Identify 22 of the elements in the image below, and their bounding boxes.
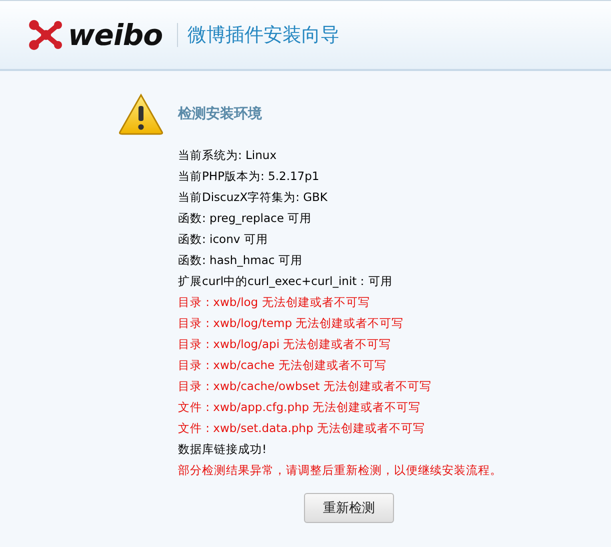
check-result: 数据库链接成功! (178, 441, 268, 458)
wizard-title: 微博插件安装向导 (188, 23, 340, 48)
check-result: 目录 : xwb/log/api 无法创建或者不可写 (178, 336, 392, 353)
check-result: 文件 : xwb/app.cfg.php 无法创建或者不可写 (178, 399, 422, 416)
check-result: 目录 : xwb/cache/owbset 无法创建或者不可写 (178, 378, 432, 395)
check-result: 部分检测结果异常，请调整后重新检测，以便继续安装流程。 (178, 462, 503, 479)
check-result: 目录 : xwb/log/temp 无法创建或者不可写 (178, 315, 405, 332)
section-heading: 检测安装环境 (178, 105, 262, 123)
check-result: 目录 : xwb/cache 无法创建或者不可写 (178, 357, 388, 374)
check-result: 目录 : xwb/log 无法创建或者不可写 (178, 294, 371, 311)
check-result: 函数: hash_hmac 可用 (178, 252, 304, 269)
warning-icon (118, 93, 164, 135)
check-result: 函数: iconv 可用 (178, 231, 269, 248)
check-result: 当前系统为: Linux (178, 147, 278, 164)
check-result: 文件 : xwb/set.data.php 无法创建或者不可写 (178, 420, 426, 437)
logo-icon (28, 19, 64, 51)
recheck-button[interactable]: 重新检测 (304, 493, 394, 523)
check-result: 扩展curl中的curl_exec+curl_init：可用 (178, 273, 394, 290)
check-result: 当前DiscuzX字符集为: GBK (178, 189, 328, 206)
check-result: 当前PHP版本为: 5.2.17p1 (178, 168, 320, 185)
check-result: 函数: preg_replace 可用 (178, 210, 313, 227)
logo-text: weibo (68, 18, 163, 52)
